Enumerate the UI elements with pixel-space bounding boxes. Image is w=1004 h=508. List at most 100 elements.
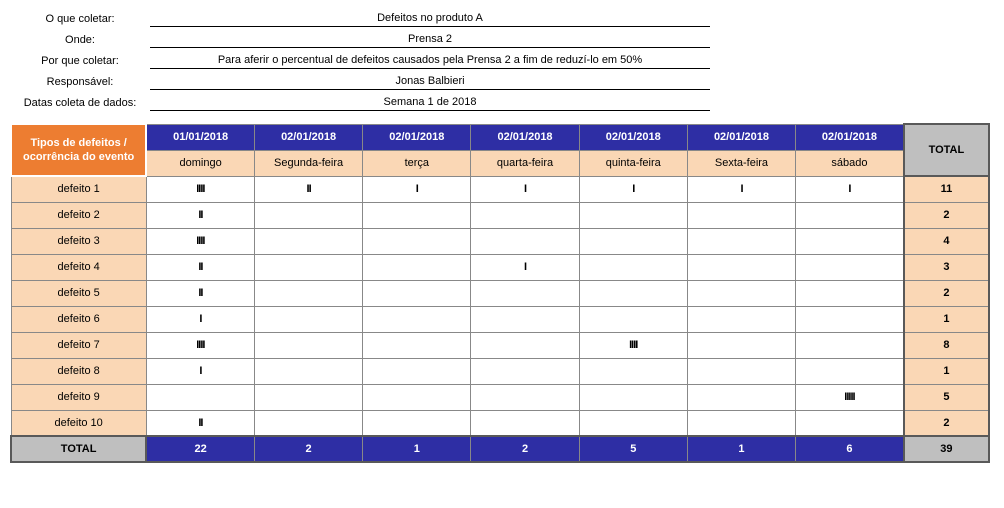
tally-cell (579, 228, 687, 254)
meta-row: Onde:Prensa 2 (10, 31, 710, 48)
header-weekday: quinta-feira (579, 150, 687, 176)
row-total: 2 (904, 410, 989, 436)
footer-total-label: TOTAL (11, 436, 146, 462)
tally-cell (471, 384, 579, 410)
defect-label: defeito 9 (11, 384, 146, 410)
header-weekday: Sexta-feira (687, 150, 795, 176)
tally-cell (363, 280, 471, 306)
tally-cell (471, 280, 579, 306)
tally-cell (796, 202, 904, 228)
tally-cell: I (146, 306, 254, 332)
tally-cell: II (146, 280, 254, 306)
header-date: 01/01/2018 (146, 124, 254, 150)
tally-cell (363, 358, 471, 384)
row-total: 8 (904, 332, 989, 358)
tally-cell (254, 410, 362, 436)
header-date: 02/01/2018 (687, 124, 795, 150)
tally-cell: I (579, 176, 687, 202)
row-total: 4 (904, 228, 989, 254)
tally-cell (363, 410, 471, 436)
column-total: 1 (687, 436, 795, 462)
tally-cell: IIII (146, 176, 254, 202)
tally-cell (471, 410, 579, 436)
tally-cell: IIII (146, 228, 254, 254)
tally-cell (146, 384, 254, 410)
tally-cell (363, 228, 471, 254)
tally-cell (254, 306, 362, 332)
tally-cell (579, 254, 687, 280)
header-date: 02/01/2018 (796, 124, 904, 150)
meta-value: Para aferir o percentual de defeitos cau… (150, 52, 710, 69)
tally-cell: I (796, 176, 904, 202)
tally-cell (254, 228, 362, 254)
header-date: 02/01/2018 (363, 124, 471, 150)
tally-cell: IIII (146, 332, 254, 358)
meta-value: Jonas Balbieri (150, 73, 710, 90)
defect-label: defeito 2 (11, 202, 146, 228)
tally-cell (687, 332, 795, 358)
tally-cell (579, 384, 687, 410)
meta-row: Datas coleta de dados:Semana 1 de 2018 (10, 94, 710, 111)
row-total: 1 (904, 358, 989, 384)
row-total: 2 (904, 280, 989, 306)
row-total: 5 (904, 384, 989, 410)
tally-cell (363, 306, 471, 332)
meta-value: Prensa 2 (150, 31, 710, 48)
tally-cell (579, 280, 687, 306)
meta-label: Onde: (10, 32, 150, 48)
tally-cell (471, 306, 579, 332)
meta-row: Responsável:Jonas Balbieri (10, 73, 710, 90)
tally-cell (579, 358, 687, 384)
meta-row: O que coletar:Defeitos no produto A (10, 10, 710, 27)
header-date: 02/01/2018 (254, 124, 362, 150)
tally-cell (687, 202, 795, 228)
tally-cell (796, 306, 904, 332)
tally-cell (363, 202, 471, 228)
row-total: 3 (904, 254, 989, 280)
defect-label: defeito 1 (11, 176, 146, 202)
tally-cell: II (146, 254, 254, 280)
column-total: 6 (796, 436, 904, 462)
meta-label: Datas coleta de dados: (10, 95, 150, 111)
tally-cell: IIIII (796, 384, 904, 410)
header-weekday: sábado (796, 150, 904, 176)
meta-label: Por que coletar: (10, 53, 150, 69)
column-total: 1 (363, 436, 471, 462)
header-date: 02/01/2018 (579, 124, 687, 150)
tally-cell (687, 410, 795, 436)
meta-label: O que coletar: (10, 11, 150, 27)
tally-cell (254, 254, 362, 280)
defect-label: defeito 10 (11, 410, 146, 436)
meta-row: Por que coletar:Para aferir o percentual… (10, 52, 710, 69)
grand-total: 39 (904, 436, 989, 462)
tally-cell (796, 254, 904, 280)
tally-cell: I (471, 254, 579, 280)
defect-label: defeito 4 (11, 254, 146, 280)
tally-cell (471, 358, 579, 384)
tally-cell: II (146, 410, 254, 436)
tally-cell (471, 228, 579, 254)
tally-cell (687, 306, 795, 332)
tally-cell (687, 280, 795, 306)
tally-cell (579, 202, 687, 228)
tally-cell (687, 254, 795, 280)
header-weekday: domingo (146, 150, 254, 176)
tally-cell (363, 384, 471, 410)
tally-cell (254, 202, 362, 228)
meta-label: Responsável: (10, 74, 150, 90)
defect-label: defeito 3 (11, 228, 146, 254)
row-total: 1 (904, 306, 989, 332)
tally-cell (796, 358, 904, 384)
tally-cell (687, 384, 795, 410)
defect-label: defeito 7 (11, 332, 146, 358)
defect-label: defeito 5 (11, 280, 146, 306)
tally-cell (254, 384, 362, 410)
tally-cell (796, 280, 904, 306)
tally-cell: I (363, 176, 471, 202)
row-total: 11 (904, 176, 989, 202)
tally-cell (471, 202, 579, 228)
defect-label: defeito 6 (11, 306, 146, 332)
tally-cell: II (254, 176, 362, 202)
column-total: 2 (254, 436, 362, 462)
tally-cell: I (471, 176, 579, 202)
